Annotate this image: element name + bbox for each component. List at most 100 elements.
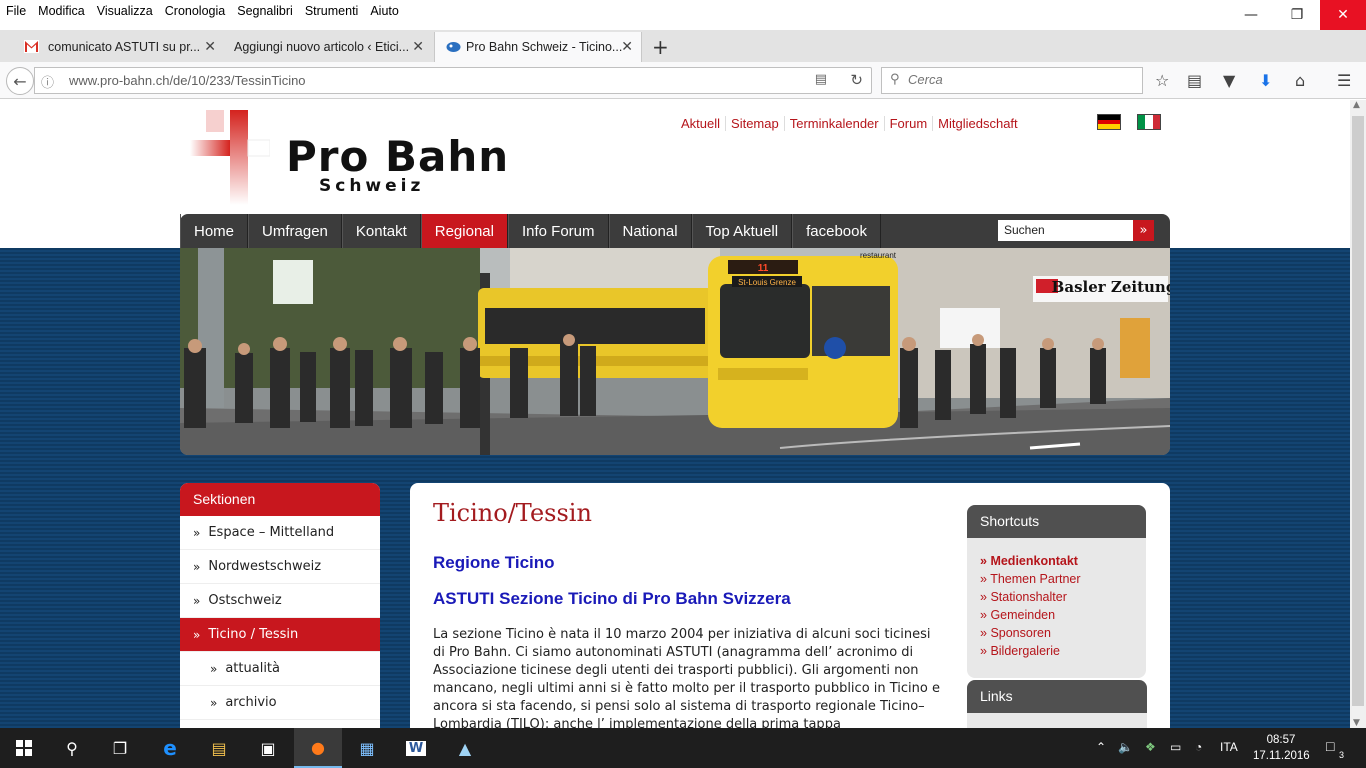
tab-probahn[interactable]: Pro Bahn Schweiz - Ticino... ✕ — [434, 32, 642, 62]
edge-taskbar-button[interactable]: e — [146, 728, 194, 768]
nav-national[interactable]: National — [608, 214, 692, 248]
close-tab-icon[interactable]: ✕ — [412, 38, 424, 55]
store-taskbar-button[interactable]: ▣ — [244, 728, 292, 768]
shortcut-stationshalter[interactable]: » Stationshalter — [980, 590, 1133, 608]
pocket-icon[interactable]: ▼ — [1223, 71, 1235, 90]
nav-kontakt[interactable]: Kontakt — [341, 214, 421, 248]
menu-file[interactable]: File — [6, 4, 26, 18]
edge-icon: e — [163, 736, 177, 760]
search-go-button[interactable]: » — [1133, 220, 1154, 241]
close-tab-icon[interactable]: ✕ — [204, 38, 216, 55]
menu-segnalibri[interactable]: Segnalibri — [237, 4, 293, 18]
site-search: » — [998, 220, 1154, 241]
toplink-terminkalender[interactable]: Terminkalender — [783, 116, 884, 131]
search-icon: ⚲ — [66, 738, 78, 758]
volume-icon[interactable]: 🔈 — [1118, 740, 1133, 754]
show-hidden-icons-icon[interactable]: ⌃ — [1096, 740, 1106, 754]
vertical-scrollbar[interactable]: ▲ ▼ — [1350, 100, 1366, 728]
home-icon[interactable]: ⌂ — [1295, 71, 1305, 90]
explorer-taskbar-button[interactable]: ▤ — [195, 728, 243, 768]
content-heading-regione: Regione Ticino — [433, 553, 555, 572]
back-button[interactable]: ← — [6, 67, 34, 95]
nav-regional[interactable]: Regional — [420, 214, 508, 248]
nav-info-forum[interactable]: Info Forum — [507, 214, 609, 248]
search-input[interactable] — [908, 72, 1128, 87]
tab-title: Pro Bahn Schweiz - Ticino... — [466, 40, 623, 54]
menu-cronologia[interactable]: Cronologia — [165, 4, 225, 18]
tool-taskbar-button[interactable]: ▲ — [441, 728, 489, 768]
minimize-icon[interactable]: — — [1228, 0, 1274, 30]
info-icon[interactable]: ⓘ — [41, 72, 54, 91]
sidebar-item-attualita[interactable]: » attualità — [180, 652, 380, 686]
probahn-favicon-icon — [446, 42, 461, 52]
close-tab-icon[interactable]: ✕ — [621, 38, 633, 55]
sidebar-item-ticino-tessin[interactable]: » Ticino / Tessin — [180, 618, 380, 652]
battery-icon[interactable]: ▭ — [1170, 740, 1181, 754]
nav-facebook[interactable]: facebook — [792, 214, 881, 248]
site-search-input[interactable] — [1004, 223, 1124, 237]
action-center-icon[interactable]: □ — [1326, 738, 1334, 754]
tab-wordpress[interactable]: Aggiungi nuovo articolo ‹ Etici... ✕ — [232, 32, 424, 62]
hamburger-menu-icon[interactable]: ☰ — [1337, 71, 1351, 90]
shortcut-medienkontakt[interactable]: » Medienkontakt — [980, 554, 1133, 572]
close-window-icon[interactable]: ✕ — [1320, 0, 1366, 30]
italian-flag-icon[interactable] — [1137, 114, 1161, 130]
shortcut-sponsoren[interactable]: » Sponsoren — [980, 626, 1133, 644]
scroll-down-icon[interactable]: ▼ — [1353, 718, 1360, 728]
start-button[interactable] — [0, 728, 48, 768]
network-icon[interactable]: ◔ — [1195, 740, 1202, 754]
new-tab-icon[interactable]: + — [652, 35, 669, 59]
sidebar-item-ostschweiz[interactable]: » Ostschweiz — [180, 584, 380, 618]
menu-aiuto[interactable]: Aiuto — [370, 4, 399, 18]
shortcut-themen-partner[interactable]: » Themen Partner — [980, 572, 1133, 590]
toplink-forum[interactable]: Forum — [883, 116, 933, 131]
shortcut-gemeinden[interactable]: » Gemeinden — [980, 608, 1133, 626]
system-clock[interactable]: 08:57 17.11.2016 — [1253, 732, 1310, 764]
search-taskbar-button[interactable]: ⚲ — [48, 728, 96, 768]
downloads-icon[interactable]: ⬇ — [1259, 71, 1272, 90]
toplink-mitgliedschaft[interactable]: Mitgliedschaft — [932, 116, 1022, 131]
notification-count: 3 — [1339, 750, 1345, 760]
menu-visualizza[interactable]: Visualizza — [97, 4, 153, 18]
shortcuts-box: Shortcuts » Medienkontakt » Themen Partn… — [967, 505, 1146, 678]
bookmark-star-icon[interactable]: ☆ — [1155, 71, 1169, 90]
restore-icon[interactable]: ❐ — [1274, 0, 1320, 30]
firefox-taskbar-button[interactable]: ● — [294, 728, 342, 768]
nav-umfragen[interactable]: Umfragen — [248, 214, 342, 248]
language-indicator[interactable]: ITA — [1220, 740, 1238, 754]
sidebar-item-espace-mittelland[interactable]: » Espace – Mittelland — [180, 516, 380, 550]
logo-title[interactable]: Pro Bahn — [286, 132, 509, 181]
chevron-right-icon: » — [193, 559, 201, 574]
gmail-icon — [24, 40, 39, 53]
tab-gmail[interactable]: comunicato ASTUTI su pr... ✕ — [24, 32, 216, 62]
reader-view-icon[interactable]: ▤ — [815, 72, 827, 87]
back-arrow-icon: ← — [13, 71, 27, 91]
content-heading-astuti: ASTUTI Sezione Ticino di Pro Bahn Svizze… — [433, 589, 791, 608]
content-body: La sezione Ticino è nata il 10 marzo 200… — [433, 627, 940, 728]
word-taskbar-button[interactable]: W — [392, 728, 440, 768]
store-icon: ▣ — [260, 738, 276, 758]
nav-home[interactable]: Home — [180, 214, 249, 248]
toplink-aktuell[interactable]: Aktuell — [676, 116, 725, 131]
reload-icon[interactable]: ↻ — [850, 71, 863, 89]
links-box: Links — [967, 680, 1147, 728]
probahn-logo-icon — [190, 110, 270, 205]
nav-top-aktuell[interactable]: Top Aktuell — [691, 214, 793, 248]
bookmarks-menu-icon[interactable]: ▤ — [1187, 71, 1202, 90]
scroll-up-icon[interactable]: ▲ — [1353, 100, 1360, 110]
dropbox-icon[interactable]: ❖ — [1145, 740, 1156, 754]
shortcut-bildergalerie[interactable]: » Bildergalerie — [980, 644, 1133, 662]
task-view-button[interactable]: ❐ — [96, 728, 144, 768]
app-taskbar-button[interactable]: ▦ — [343, 728, 391, 768]
sidebar-item-nordwestschweiz[interactable]: » Nordwestschweiz — [180, 550, 380, 584]
german-flag-icon[interactable] — [1097, 114, 1121, 130]
url-text[interactable]: www.pro-bahn.ch/de/10/233/TessinTicino — [69, 73, 306, 88]
search-bar[interactable]: ⚲ — [881, 67, 1143, 94]
toplink-sitemap[interactable]: Sitemap — [725, 116, 784, 131]
menu-strumenti[interactable]: Strumenti — [305, 4, 359, 18]
scrollbar-thumb[interactable] — [1352, 116, 1364, 706]
windows-logo-icon — [16, 740, 32, 756]
sidebar-item-archivio[interactable]: » archivio — [180, 686, 380, 720]
menu-modifica[interactable]: Modifica — [38, 4, 85, 18]
url-bar[interactable]: ⓘ www.pro-bahn.ch/de/10/233/TessinTicino… — [34, 67, 872, 94]
